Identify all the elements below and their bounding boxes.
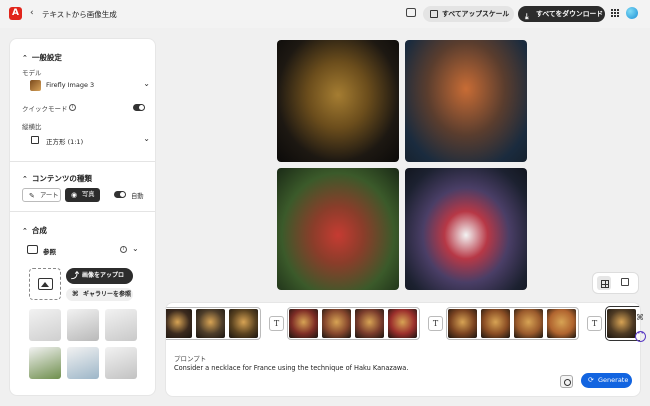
model-value: Firefly Image 3 [46, 81, 95, 89]
upload-icon: ⤴ [71, 271, 79, 280]
quick-mode-label: クイックモード [22, 105, 68, 113]
generated-image-2[interactable] [405, 40, 527, 162]
content-art-button[interactable]: ✎ アート [22, 188, 61, 202]
generated-image-3[interactable] [277, 168, 399, 290]
download-all-label: すべてをダウンロード [536, 10, 604, 18]
chevron-up-icon: ⌃ [22, 175, 28, 183]
photo-label: 写真 [82, 191, 95, 198]
gallery-icon: ⌘ [72, 290, 79, 298]
reference-label: 参照 [43, 248, 56, 256]
upscale-icon [430, 10, 438, 18]
generated-image-4[interactable] [405, 168, 527, 290]
history-icon[interactable] [560, 375, 573, 388]
settings-panel: ⌃ 一般設定 モデル Firefly Image 3 ⌄ クイックモード i 縦横… [10, 39, 155, 395]
download-all-button[interactable]: ⤓ すべてをダウンロード [518, 6, 605, 22]
divider [10, 161, 155, 162]
square-icon [31, 136, 39, 144]
assistant-icon[interactable] [635, 330, 646, 342]
browse-gallery-label: ギャラリーを参照 [83, 291, 132, 298]
avatar[interactable] [626, 7, 638, 19]
chevron-up-icon: ⌃ [22, 54, 28, 62]
general-settings-heading[interactable]: ⌃ 一般設定 [22, 52, 62, 63]
generate-button[interactable]: ⟳ Generate [581, 373, 632, 388]
history-group[interactable] [166, 307, 261, 340]
reference-icon [27, 245, 38, 254]
history-group[interactable] [446, 307, 579, 340]
prompt-label: プロンプト [174, 355, 207, 363]
aspect-ratio-label: 縦横比 [22, 123, 42, 131]
auto-label: 自動 [131, 193, 144, 200]
art-label: アート [40, 192, 59, 199]
quick-mode-toggle[interactable] [133, 104, 145, 111]
info-icon[interactable]: i [120, 246, 127, 253]
prompt-input[interactable]: Consider a necklace for France using the… [174, 364, 408, 372]
art-icon: ✎ [29, 192, 35, 200]
reference-thumb-owl[interactable] [105, 347, 137, 379]
composite-heading[interactable]: ⌃ 合成 [22, 225, 47, 236]
model-label: モデル [22, 69, 42, 77]
reference-thumb-paper-fold[interactable] [67, 309, 99, 341]
top-bar: A ‹ テキストから画像生成 すべてアップスケール ⤓ すべてをダウンロード [0, 0, 650, 28]
history-group[interactable] [287, 307, 420, 340]
back-arrow-icon[interactable]: ‹ [30, 8, 34, 18]
download-icon: ⤓ [525, 12, 529, 21]
auto-toggle[interactable] [114, 191, 126, 198]
view-toggle [593, 273, 638, 293]
content-photo-button[interactable]: ◉ 写真 [65, 188, 100, 202]
prompt-panel: T T T プロンプト Consider a necklace for France… [166, 303, 640, 396]
upscale-all-button[interactable]: すべてアップスケール [423, 6, 514, 22]
chevron-down-icon: ⌄ [143, 79, 150, 88]
upload-image-dropzone[interactable] [29, 268, 61, 300]
apps-grid-icon[interactable] [611, 9, 620, 18]
reference-thumb-room[interactable] [105, 309, 137, 341]
reference-thumb-sketch[interactable] [29, 309, 61, 341]
reference-thumb-road[interactable] [29, 347, 61, 379]
style-icon[interactable]: ⌘ [636, 313, 644, 322]
model-thumbnail [30, 80, 41, 91]
aspect-ratio-value: 正方形 (1:1) [46, 138, 84, 146]
chevron-down-icon[interactable]: ⌄ [132, 244, 139, 253]
adobe-logo[interactable]: A [9, 7, 22, 20]
text-prompt-icon[interactable]: T [587, 316, 602, 331]
content-type-heading[interactable]: ⌃ コンテンツの種類 [22, 173, 92, 184]
camera-icon: ◉ [71, 191, 78, 199]
info-icon[interactable]: i [69, 104, 76, 111]
text-prompt-icon[interactable]: T [428, 316, 443, 331]
upload-image-button[interactable]: ⤴ 画像をアップロー… [66, 268, 133, 295]
image-upload-icon [38, 278, 53, 290]
generate-label: Generate [598, 376, 629, 384]
aspect-ratio-dropdown[interactable]: 正方形 (1:1) ⌄ [22, 132, 154, 149]
browse-gallery-button[interactable]: ⌘ ギャラリーを参照 [66, 288, 133, 301]
generated-image-1[interactable] [277, 40, 399, 162]
chevron-up-icon: ⌃ [22, 227, 28, 235]
reference-thumb-sphere-figure[interactable] [67, 347, 99, 379]
chevron-down-icon: ⌄ [143, 134, 150, 143]
grid-view-icon[interactable] [597, 276, 611, 290]
generate-icon: ⟳ [588, 376, 594, 384]
upscale-all-label: すべてアップスケール [442, 10, 510, 18]
divider [10, 211, 155, 212]
page-title: テキストから画像生成 [42, 10, 117, 19]
single-view-icon[interactable] [621, 278, 629, 286]
feedback-icon[interactable] [406, 8, 416, 17]
model-dropdown[interactable]: Firefly Image 3 ⌄ [22, 77, 154, 94]
text-prompt-icon[interactable]: T [269, 316, 284, 331]
